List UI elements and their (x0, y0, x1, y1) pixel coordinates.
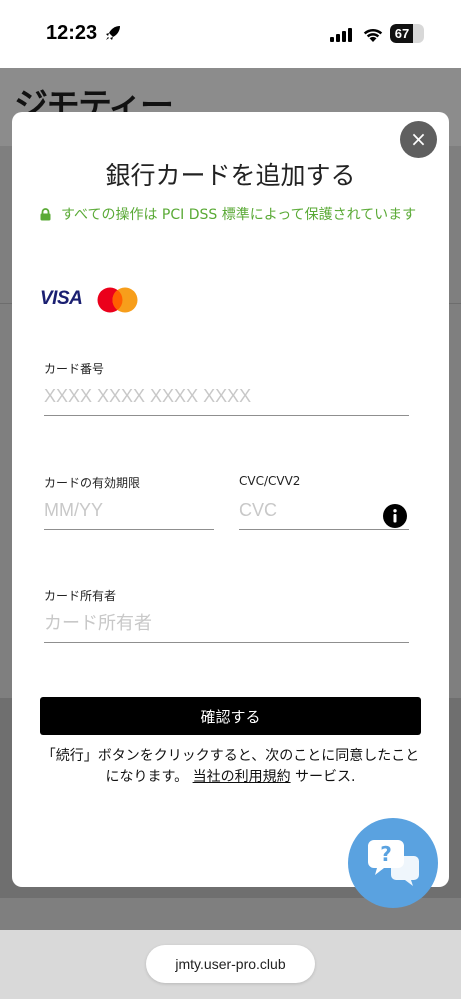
security-note: すべての操作は PCI DSS 標準によって保護されています (40, 204, 425, 227)
add-card-modal: × 銀行カードを追加する すべての操作は PCI DSS 標準によって保護されて… (12, 112, 449, 887)
svg-text:?: ? (380, 842, 392, 866)
status-time: 12:23 (46, 22, 98, 44)
wifi-icon (363, 28, 383, 42)
battery-icon: 67 (390, 24, 424, 43)
chat-help-icon: ? (368, 840, 419, 886)
security-note-text: すべての操作は PCI DSS 標準によって保護されています (61, 207, 417, 223)
cellular-signal-icon (330, 28, 352, 42)
card-number-label: カード番号 (44, 362, 105, 376)
rocket-icon (106, 26, 120, 40)
url-bar[interactable]: jmty.user-pro.club (146, 945, 315, 983)
confirm-button[interactable]: 確認する (40, 697, 421, 735)
battery-percentage: 67 (394, 26, 410, 41)
close-button[interactable]: × (400, 121, 437, 158)
expiry-label: カードの有効期限 (44, 476, 141, 490)
chat-support-button[interactable]: ? (348, 818, 438, 908)
terms-link[interactable]: 当社の利用規約 (193, 769, 291, 785)
visa-logo: VISA (40, 288, 83, 309)
lock-icon (40, 208, 51, 221)
consent-suffix: サービス. (295, 769, 356, 785)
status-bar: 12:23 67 (0, 0, 461, 68)
cvc-label: CVC/CVV2 (239, 474, 301, 488)
info-icon[interactable] (383, 504, 407, 528)
consent-text: 「続行」ボタンをクリックすると、次のことに同意したことになります。 当社の利用規… (40, 746, 421, 788)
modal-title: 銀行カードを追加する (105, 161, 356, 190)
cardholder-input[interactable] (44, 613, 409, 643)
cardholder-label: カード所有者 (44, 589, 117, 603)
card-number-input[interactable] (44, 386, 409, 416)
mastercard-logo (97, 287, 138, 313)
expiry-input[interactable] (44, 500, 214, 530)
browser-bottom-bar: jmty.user-pro.club (0, 930, 461, 999)
